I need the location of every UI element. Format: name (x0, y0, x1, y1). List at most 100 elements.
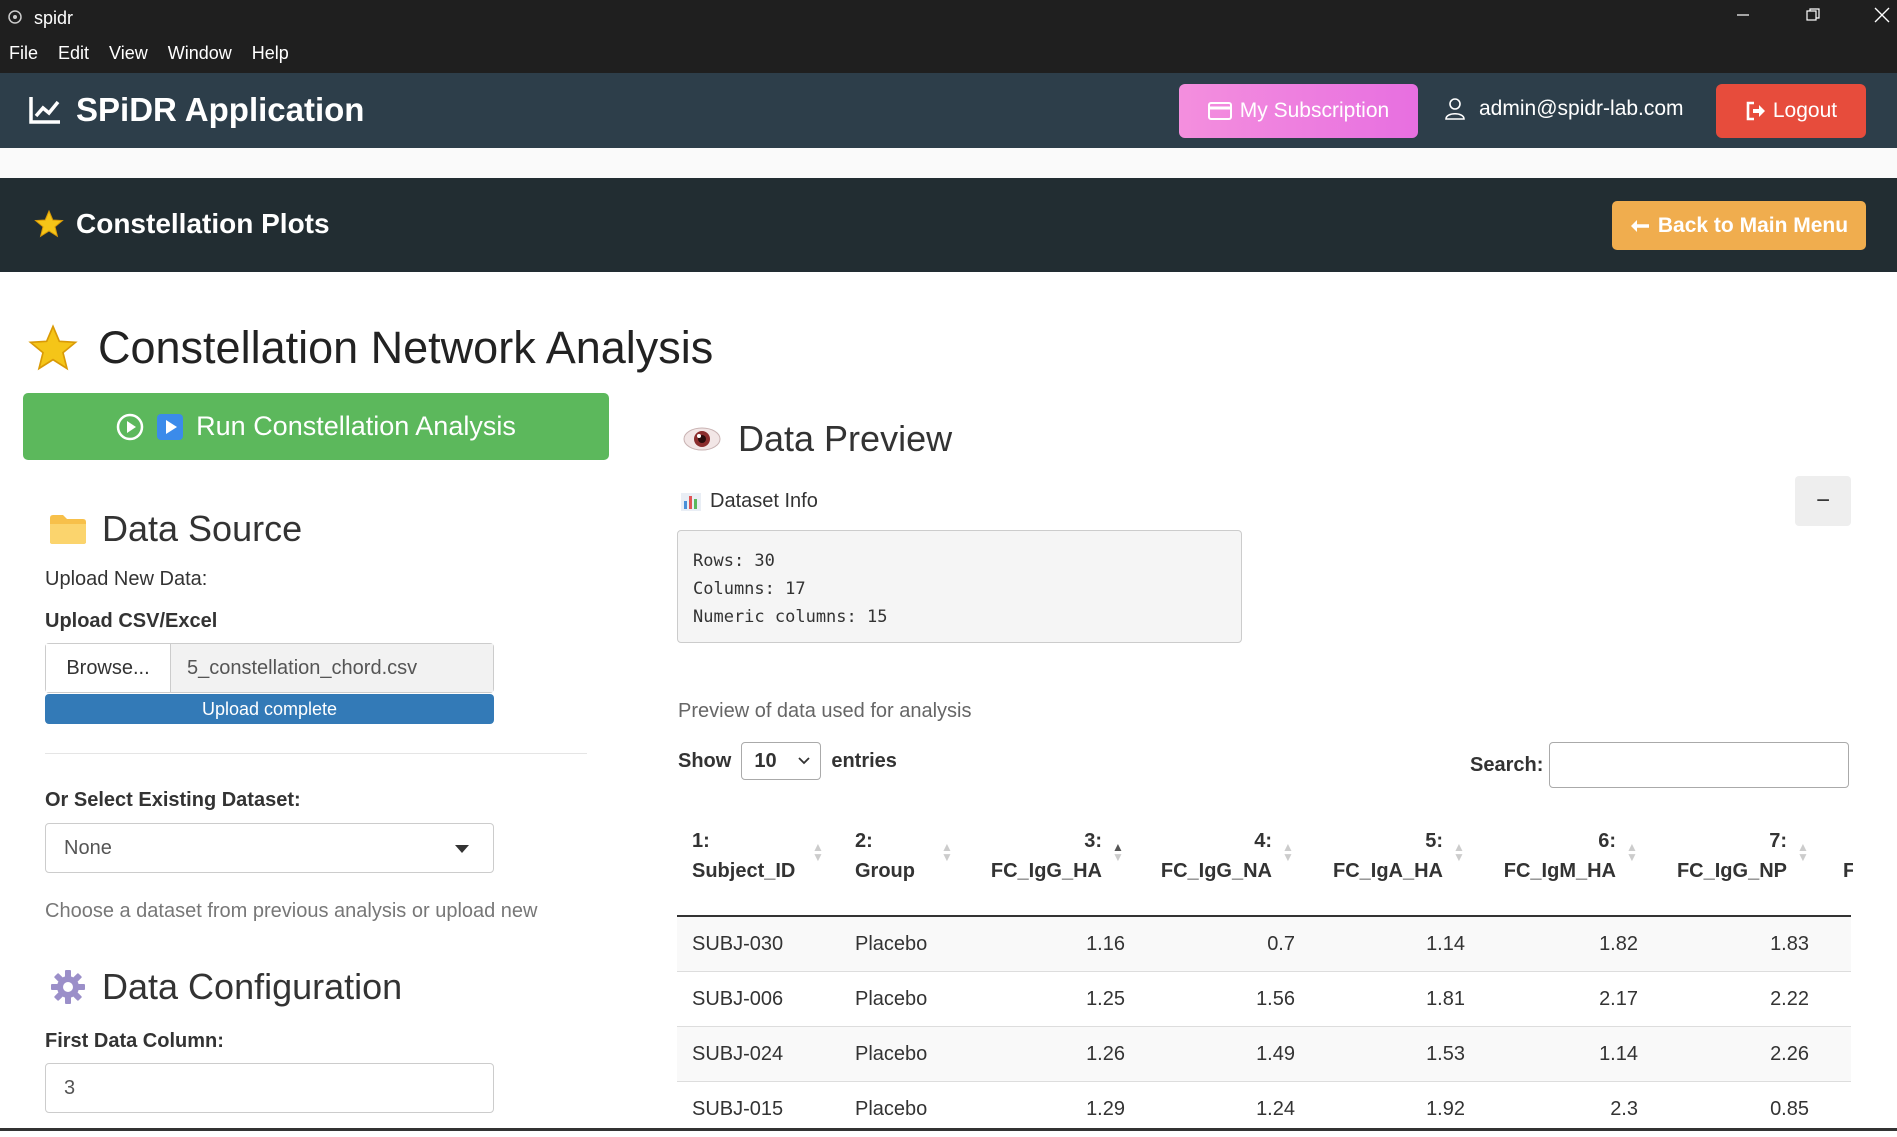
cell-fc-igg-np: 1.83 (1770, 933, 1809, 955)
column-name: FC_IgG_NP (1676, 860, 1787, 882)
column-header-5[interactable]: 5: FC_IgA_HA (1320, 826, 1443, 886)
back-to-main-menu-button[interactable]: Back to Main Menu (1612, 201, 1866, 250)
arrow-left-icon (1630, 219, 1649, 232)
menu-bar: File Edit View Window Help (9, 43, 309, 64)
credit-card-icon (1207, 102, 1232, 120)
user-icon (1445, 98, 1465, 120)
my-subscription-label: My Subscription (1239, 99, 1390, 122)
menu-edit[interactable]: Edit (58, 43, 89, 64)
column-header-2[interactable]: 2: Group (855, 826, 915, 886)
upload-progress-bar: Upload complete (45, 694, 494, 724)
cell-fc-igg-ha: 1.25 (1086, 988, 1125, 1010)
cell-fc-igg-np: 0.85 (1770, 1098, 1809, 1120)
restore-icon[interactable] (1793, 6, 1833, 30)
cell-fc-iga-ha: 1.14 (1426, 933, 1465, 955)
window-titlebar: spidr File Edit View Window Help (0, 0, 1897, 73)
menu-view[interactable]: View (109, 43, 148, 64)
data-preview-heading: Data Preview (682, 418, 952, 460)
sort-icon: ▲ ▼ (1453, 840, 1465, 864)
star-icon (28, 324, 78, 371)
brand-title: SPiDR Application (76, 91, 365, 128)
cell-fc-igg-na: 1.24 (1256, 1098, 1295, 1120)
existing-dataset-help: Choose a dataset from previous analysis … (45, 900, 538, 922)
entries-select[interactable]: 10 (741, 742, 822, 780)
caret-down-icon (455, 845, 469, 853)
column-header-8-partial[interactable]: F (1843, 856, 1853, 886)
column-number: 3: (1084, 830, 1102, 852)
data-configuration-title: Data Configuration (102, 966, 403, 1007)
existing-dataset-label: Or Select Existing Dataset: (45, 789, 301, 811)
existing-dataset-select[interactable]: None (45, 823, 494, 873)
existing-dataset-value: None (64, 836, 112, 859)
file-upload-input[interactable]: Browse... 5_constellation_chord.csv (45, 643, 494, 693)
table-row: SUBJ-030 Placebo 1.16 0.7 1.14 1.82 1.83 (677, 917, 1851, 972)
cell-fc-igm-ha: 2.3 (1610, 1098, 1638, 1120)
column-number: 7: (1769, 830, 1787, 852)
collapse-button[interactable]: − (1795, 476, 1851, 526)
menu-file[interactable]: File (9, 43, 38, 64)
info-rows: Rows: 30 (693, 551, 775, 571)
column-header-1[interactable]: 1: Subject_ID (692, 826, 795, 886)
file-name-field: 5_constellation_chord.csv (171, 644, 493, 692)
folder-icon (50, 515, 86, 544)
entries-length-control: Show 10 entries (678, 742, 897, 780)
column-name: FC_IgG_NA (1160, 860, 1272, 882)
page-title: Constellation Network Analysis (28, 322, 713, 374)
module-title: Constellation Plots (34, 208, 330, 240)
upload-csv-label: Upload CSV/Excel (45, 610, 218, 632)
cell-fc-igg-np: 2.22 (1770, 988, 1809, 1010)
cell-fc-igg-na: 1.49 (1256, 1043, 1295, 1065)
cell-subject-id: SUBJ-030 (692, 933, 784, 955)
cell-fc-igg-ha: 1.29 (1086, 1098, 1125, 1120)
cell-group: Placebo (855, 1043, 928, 1065)
column-number: 5: (1425, 830, 1443, 852)
menu-help[interactable]: Help (252, 43, 289, 64)
column-header-3[interactable]: 3: FC_IgG_HA (985, 826, 1102, 886)
column-header-4[interactable]: 4: FC_IgG_NA (1150, 826, 1272, 886)
run-label: Run Constellation Analysis (196, 411, 516, 441)
page-title-text: Constellation Network Analysis (98, 322, 714, 373)
column-header-6[interactable]: 6: FC_IgM_HA (1490, 826, 1616, 886)
module-title-text: Constellation Plots (76, 208, 330, 239)
first-data-column-input[interactable]: 3 (45, 1063, 494, 1113)
cell-fc-iga-ha: 1.53 (1426, 1043, 1465, 1065)
menu-window[interactable]: Window (168, 43, 232, 64)
sort-icon: ▲ ▼ (812, 840, 824, 864)
my-subscription-button[interactable]: My Subscription (1179, 84, 1418, 138)
search-input[interactable] (1549, 742, 1850, 788)
sign-out-icon (1746, 101, 1765, 121)
data-preview-title: Data Preview (738, 418, 953, 459)
column-name: Subject_ID (692, 860, 796, 882)
cell-fc-igm-ha: 1.14 (1599, 1043, 1638, 1065)
sort-icon: ▲ ▼ (941, 840, 953, 864)
data-configuration-heading: Data Configuration (48, 966, 402, 1008)
cell-fc-igg-np: 2.26 (1770, 1043, 1809, 1065)
search-label: Search: (1470, 753, 1544, 776)
sort-icon: ▲ ▼ (1797, 840, 1809, 864)
column-name: FC_IgG_HA (990, 860, 1102, 882)
close-icon[interactable] (1862, 6, 1897, 30)
dataset-info-label: Dataset Info (680, 490, 818, 513)
cell-fc-igg-ha: 1.16 (1086, 933, 1125, 955)
header-spacer (0, 148, 1897, 178)
sort-ascending-icon: ▲ ▼ (1112, 840, 1124, 864)
browse-button[interactable]: Browse... (46, 644, 171, 692)
play-button-icon (157, 413, 184, 440)
info-numeric-columns: Numeric columns: 15 (693, 607, 888, 627)
run-constellation-analysis-button[interactable]: Run Constellation Analysis (23, 393, 609, 460)
table-search: Search: (1470, 742, 1850, 788)
minimize-icon[interactable] (1723, 6, 1763, 30)
cell-subject-id: SUBJ-006 (692, 988, 784, 1010)
first-data-column-label: First Data Column: (45, 1030, 224, 1052)
cell-subject-id: SUBJ-024 (692, 1043, 784, 1065)
sort-icon: ▲ ▼ (1282, 840, 1294, 864)
logout-button[interactable]: Logout (1716, 84, 1866, 138)
cell-group: Placebo (855, 1098, 928, 1120)
app-header: SPiDR Application My Subscription admin@… (0, 73, 1897, 148)
cell-fc-iga-ha: 1.81 (1426, 988, 1465, 1010)
module-header: Constellation Plots Back to Main Menu (0, 178, 1897, 272)
cell-group: Placebo (855, 988, 928, 1010)
cell-group: Placebo (855, 933, 928, 955)
column-header-7[interactable]: 7: FC_IgG_NP (1660, 826, 1787, 886)
table-row: SUBJ-024 Placebo 1.26 1.49 1.53 1.14 2.2… (677, 1027, 1851, 1082)
